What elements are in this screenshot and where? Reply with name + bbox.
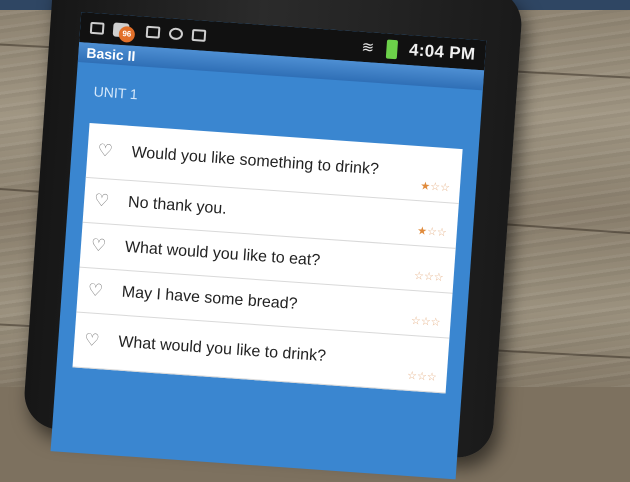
phrase-text: May I have some bread?	[121, 283, 299, 313]
favorite-heart-icon[interactable]: ♡	[93, 191, 116, 212]
phrase-text: What would you like to eat?	[124, 238, 321, 270]
notification-icon: 96	[112, 22, 136, 43]
rating-stars: ☆☆☆	[406, 369, 438, 384]
mail-icon	[89, 21, 105, 35]
phrase-text: What would you like to drink?	[117, 333, 327, 366]
bag-icon	[145, 25, 161, 39]
wifi-icon: ≋	[360, 38, 375, 57]
battery-icon	[385, 39, 398, 59]
favorite-heart-icon[interactable]: ♡	[87, 280, 110, 301]
phone-screen: 96 ≋ 4:04 PM Basic II UNIT 1 ♡ Would you…	[50, 12, 487, 480]
favorite-heart-icon[interactable]: ♡	[90, 235, 113, 256]
favorite-heart-icon[interactable]: ♡	[97, 141, 120, 162]
chat-icon	[168, 27, 184, 41]
notification-badge: 96	[118, 25, 136, 43]
rating-stars: ★☆☆	[416, 225, 448, 240]
favorite-heart-icon[interactable]: ♡	[84, 330, 107, 351]
phone-device: 96 ≋ 4:04 PM Basic II UNIT 1 ♡ Would you…	[22, 0, 524, 480]
status-right: ≋ 4:04 PM	[361, 37, 476, 65]
phrase-list: ♡ Would you like something to drink? ★☆☆…	[72, 122, 463, 394]
app-title: Basic II	[85, 44, 136, 65]
phrase-text: Would you like something to drink?	[131, 144, 380, 179]
rating-stars: ☆☆☆	[410, 314, 441, 329]
rating-stars: ☆☆☆	[413, 270, 445, 285]
rating-stars: ★☆☆	[419, 180, 451, 195]
camera-icon	[191, 28, 207, 42]
clock: 4:04 PM	[408, 40, 476, 64]
phrase-text: No thank you.	[127, 193, 228, 218]
